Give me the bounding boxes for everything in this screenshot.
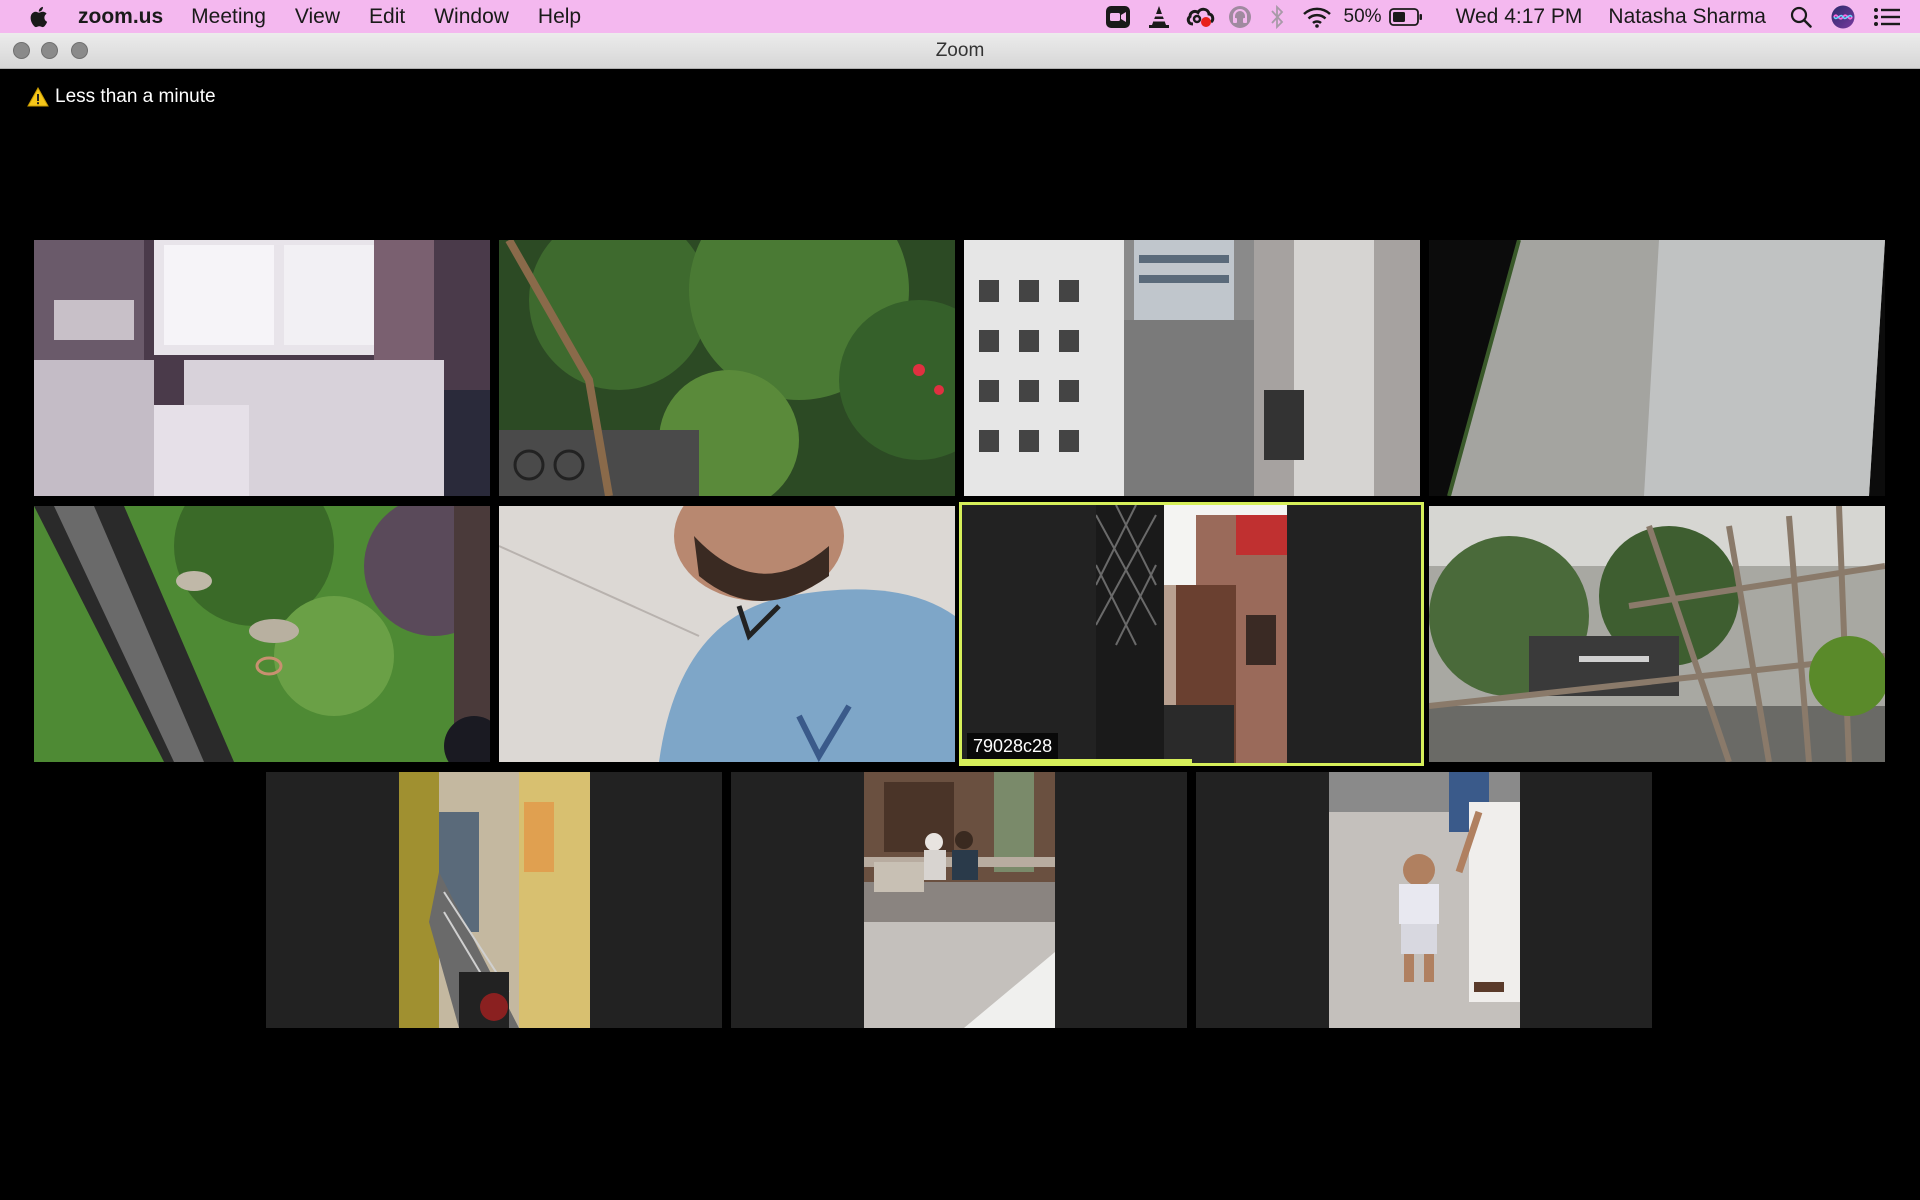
video-tile-3[interactable] [964, 240, 1420, 496]
active-speaker-indicator [962, 759, 1192, 763]
timer-note-text: Less than a minute [55, 86, 216, 107]
video-tile-9[interactable] [266, 772, 722, 1028]
menu-bar-status-area: 50% Wed 4:17 PM Natasha Sharma [1104, 0, 1920, 33]
video-tile-10[interactable] [731, 772, 1187, 1028]
menu-window[interactable]: Window [434, 5, 509, 29]
menu-meeting[interactable]: Meeting [191, 5, 266, 29]
participant-name-label: 79028c28 [967, 733, 1059, 760]
vlc-cone-icon[interactable] [1146, 5, 1172, 29]
video-tile-2[interactable] [499, 240, 955, 496]
video-feed-doorway-group [864, 772, 1055, 1028]
video-feed-person-blue-shirt [499, 506, 955, 762]
video-tile-4[interactable] [1429, 240, 1885, 496]
video-feed-alley-lattice [1096, 505, 1287, 763]
video-feed-scaffolding-street [1429, 506, 1885, 762]
window-title: Zoom [935, 40, 985, 61]
menu-bar-user-name[interactable]: Natasha Sharma [1608, 5, 1766, 29]
video-feed-office-room [34, 240, 490, 496]
headset-icon[interactable] [1226, 5, 1254, 29]
video-feed-garden [34, 506, 490, 762]
apple-menu-icon[interactable] [28, 5, 56, 29]
video-tile-6[interactable] [499, 506, 955, 762]
video-tile-11[interactable] [1196, 772, 1652, 1028]
zoom-camera-icon[interactable] [1104, 5, 1132, 28]
app-menu-zoom[interactable]: zoom.us [78, 5, 163, 29]
video-feed-trees-bicycles [499, 240, 955, 496]
notification-center-icon[interactable] [1872, 6, 1902, 28]
video-feed-city-street [964, 240, 1420, 496]
macos-menu-bar: zoom.us Meeting View Edit Window Help 50… [0, 0, 1920, 33]
creative-cloud-icon[interactable] [1184, 5, 1216, 29]
spotlight-search-icon[interactable] [1788, 6, 1814, 28]
bluetooth-icon[interactable] [1264, 4, 1290, 30]
video-feed-narrow-lane [399, 772, 590, 1028]
video-feed-child-street [1329, 772, 1520, 1028]
menu-bar-clock[interactable]: Wed 4:17 PM [1456, 5, 1583, 29]
menu-view[interactable]: View [295, 5, 340, 29]
video-tile-8[interactable] [1429, 506, 1885, 762]
wifi-icon[interactable] [1300, 6, 1334, 28]
video-tile-1[interactable] [34, 240, 490, 496]
video-tile-active-speaker[interactable]: 79028c28 [959, 502, 1424, 766]
video-tile-5[interactable] [34, 506, 490, 762]
warning-icon [27, 87, 49, 107]
window-title-bar[interactable]: Zoom [0, 33, 1920, 69]
video-feed-wall [1429, 240, 1885, 496]
siri-icon[interactable] [1830, 5, 1856, 29]
menu-edit[interactable]: Edit [369, 5, 405, 29]
menu-help[interactable]: Help [538, 5, 581, 29]
battery-icon[interactable] [1388, 7, 1424, 26]
meeting-timer-notice: Less than a minute [27, 86, 216, 108]
battery-percent: 50% [1343, 5, 1382, 27]
